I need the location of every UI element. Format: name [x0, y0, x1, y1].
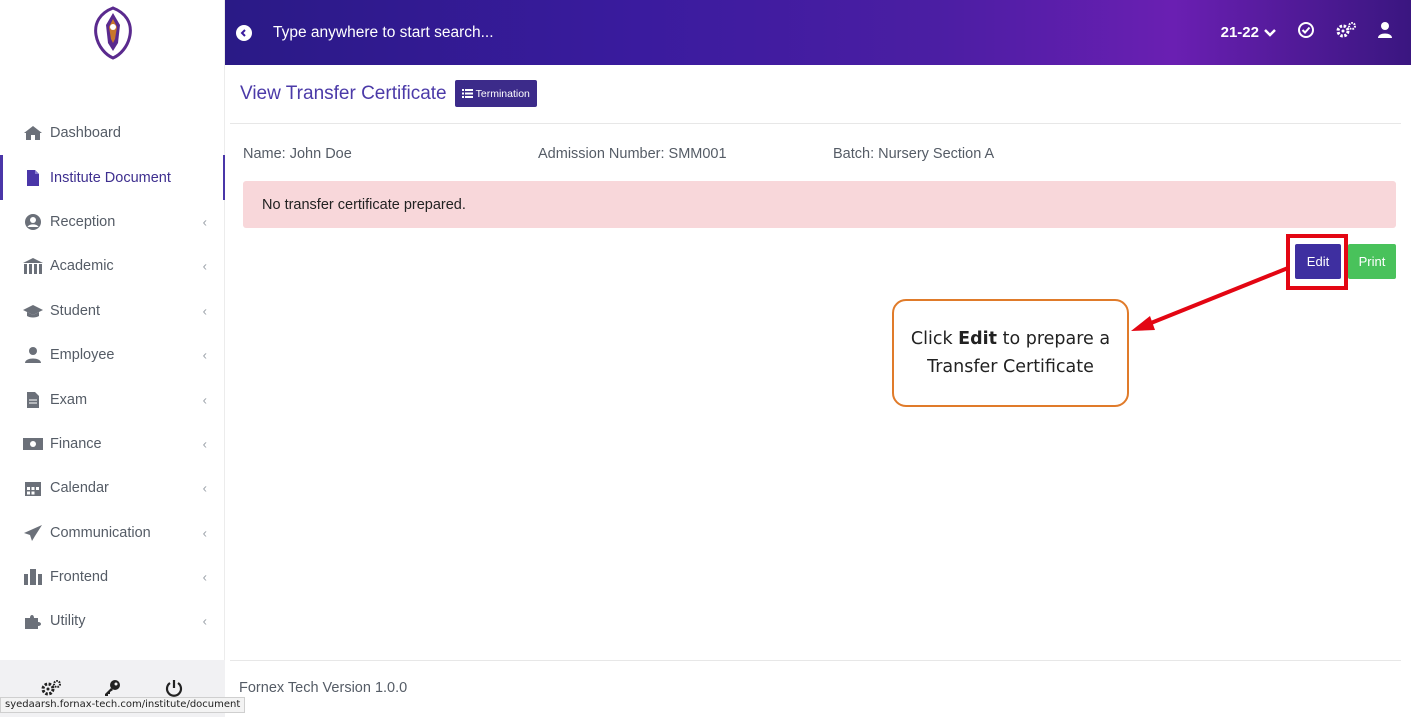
user-icon[interactable]: [1377, 21, 1393, 44]
version-text: Fornex Tech Version 1.0.0: [239, 680, 408, 696]
sidebar-item-label: Reception: [50, 213, 116, 230]
logo[interactable]: [0, 0, 225, 65]
sidebar-item-label: Institute Document: [50, 169, 171, 186]
admission-number: Admission Number: SMM001: [538, 146, 727, 162]
callout-text-bold: Edit: [958, 329, 998, 349]
sidebar-item-exam[interactable]: Exam ‹: [0, 377, 225, 421]
sidebar-item-calendar[interactable]: Calendar ‹: [0, 466, 225, 510]
puzzle-icon: [22, 610, 44, 632]
chevron-down-icon: [1264, 28, 1276, 37]
academic-year-label: 21-22: [1220, 24, 1259, 41]
institution-icon: [22, 255, 44, 277]
sidebar-item-label: Academic: [50, 258, 114, 275]
sidebar-item-label: Employee: [50, 347, 115, 364]
callout-text-before: Click: [910, 329, 959, 349]
list-icon: [461, 89, 473, 98]
sidebar-item-academic[interactable]: Academic ‹: [0, 244, 225, 288]
termination-label: Termination: [475, 87, 530, 100]
home-icon: [22, 122, 44, 144]
sidebar: Dashboard Institute Document Reception ‹ Aca…: [0, 0, 225, 717]
sidebar-item-label: Finance: [50, 435, 102, 452]
money-icon: [22, 433, 44, 455]
employee-icon: [22, 344, 44, 366]
status-url: syedaarsh.fornax-tech.com/institute/docu…: [0, 697, 246, 713]
sidebar-item-institute-document[interactable]: Institute Document: [0, 155, 225, 200]
student-name: Name: John Doe: [243, 146, 352, 162]
sidebar-item-label: Communication: [50, 524, 151, 541]
sidebar-item-label: Frontend: [50, 569, 109, 586]
sidebar-item-label: Dashboard: [50, 125, 121, 142]
search-input[interactable]: Type anywhere to start search...: [273, 24, 494, 42]
logo-icon: [93, 5, 132, 60]
send-icon: [22, 522, 44, 544]
sidebar-item-frontend[interactable]: Frontend ‹: [0, 555, 225, 599]
calendar-icon: [22, 477, 44, 499]
chevron-left-icon: ‹: [202, 525, 207, 541]
page-header: View Transfer Certificate Termination: [240, 80, 537, 107]
callout-box: Click Edit to prepare a Transfer Certifi…: [892, 299, 1129, 407]
settings-icon[interactable]: [1335, 21, 1357, 44]
sidebar-item-finance[interactable]: Finance ‹: [0, 422, 225, 466]
header-divider: [230, 123, 1401, 124]
sidebar-item-utility[interactable]: Utility ‹: [0, 599, 225, 643]
back-arrow-icon[interactable]: [236, 24, 252, 41]
edit-button[interactable]: Edit: [1295, 244, 1341, 279]
batch: Batch: Nursery Section A: [833, 146, 995, 162]
sidebar-item-label: Exam: [50, 391, 88, 408]
topbar-actions: 21-22: [1221, 0, 1393, 65]
sidebar-item-label: Student: [50, 302, 100, 319]
chevron-left-icon: ‹: [202, 569, 207, 585]
sidebar-item-dashboard[interactable]: Dashboard: [0, 111, 225, 155]
document-icon: [22, 167, 44, 189]
sidebar-item-student[interactable]: Student ‹: [0, 289, 225, 333]
sidebar-menu: Dashboard Institute Document Reception ‹ Aca…: [0, 111, 225, 644]
chevron-left-icon: ‹: [202, 303, 207, 319]
file-icon: [22, 389, 44, 411]
sidebar-item-reception[interactable]: Reception ‹: [0, 200, 225, 244]
print-button[interactable]: Print: [1348, 244, 1396, 279]
user-circle-icon: [22, 211, 44, 233]
sidebar-item-communication[interactable]: Communication ‹: [0, 511, 225, 555]
graduation-cap-icon: [22, 300, 44, 322]
page-title: View Transfer Certificate: [240, 82, 447, 104]
sidebar-item-label: Calendar: [50, 480, 109, 497]
chevron-left-icon: ‹: [202, 214, 207, 230]
topbar: Type anywhere to start search... 21-22: [225, 0, 1411, 65]
check-circle-icon[interactable]: [1297, 21, 1315, 44]
footer-divider: [230, 660, 1401, 661]
chevron-left-icon: ‹: [202, 347, 207, 363]
chevron-left-icon: ‹: [202, 480, 207, 496]
academic-year-dropdown[interactable]: 21-22: [1221, 24, 1277, 41]
sidebar-item-label: Utility: [50, 613, 86, 630]
chevron-left-icon: ‹: [202, 258, 207, 274]
chevron-left-icon: ‹: [202, 613, 207, 629]
chevron-left-icon: ‹: [202, 436, 207, 452]
building-icon: [22, 566, 44, 588]
no-certificate-alert: No transfer certificate prepared.: [243, 181, 1396, 228]
sidebar-item-employee[interactable]: Employee ‹: [0, 333, 225, 377]
termination-button[interactable]: Termination: [454, 80, 537, 107]
chevron-left-icon: ‹: [202, 392, 207, 408]
